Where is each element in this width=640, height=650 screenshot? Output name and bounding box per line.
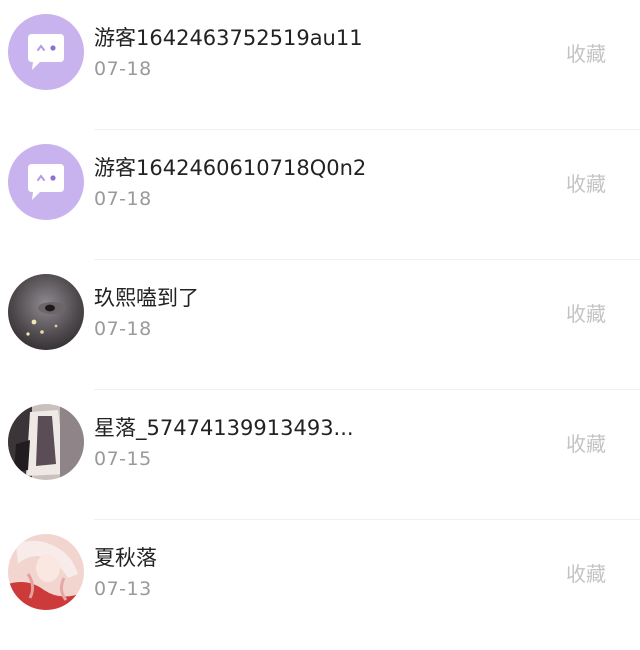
avatar[interactable] [8,144,84,220]
avatar[interactable] [8,404,84,480]
chat-bubble-icon [8,144,84,220]
user-name: 游客1642460610718Q0n2 [94,156,367,180]
user-name: 星落_57474139913493... [94,416,354,440]
chat-bubble-icon [8,14,84,90]
list-item[interactable]: 玖熙嗑到了 07-18 收藏 [0,260,640,390]
date-label: 07-18 [94,318,152,340]
user-photo-icon [8,534,84,610]
date-label: 07-15 [94,448,152,470]
collect-button[interactable]: 收藏 [566,40,606,68]
date-label: 07-18 [94,58,152,80]
avatar[interactable] [8,14,84,90]
list-item[interactable]: 星落_57474139913493... 07-15 收藏 [0,390,640,520]
collector-list: 游客1642463752519au11 07-18 收藏 游客164246061… [0,0,640,642]
collect-button[interactable]: 收藏 [566,560,606,588]
collect-button[interactable]: 收藏 [566,430,606,458]
collect-button[interactable]: 收藏 [566,300,606,328]
list-item[interactable]: 游客1642463752519au11 07-18 收藏 [0,0,640,130]
user-photo-icon [8,274,84,350]
user-photo-icon [8,404,84,480]
collect-button[interactable]: 收藏 [566,170,606,198]
date-label: 07-18 [94,188,152,210]
user-name: 玖熙嗑到了 [94,286,199,310]
avatar[interactable] [8,534,84,610]
avatar[interactable] [8,274,84,350]
list-item[interactable]: 夏秋落 07-13 收藏 [0,520,640,650]
date-label: 07-13 [94,578,152,600]
user-name: 夏秋落 [94,546,157,570]
user-name: 游客1642463752519au11 [94,26,363,50]
list-item[interactable]: 游客1642460610718Q0n2 07-18 收藏 [0,130,640,260]
